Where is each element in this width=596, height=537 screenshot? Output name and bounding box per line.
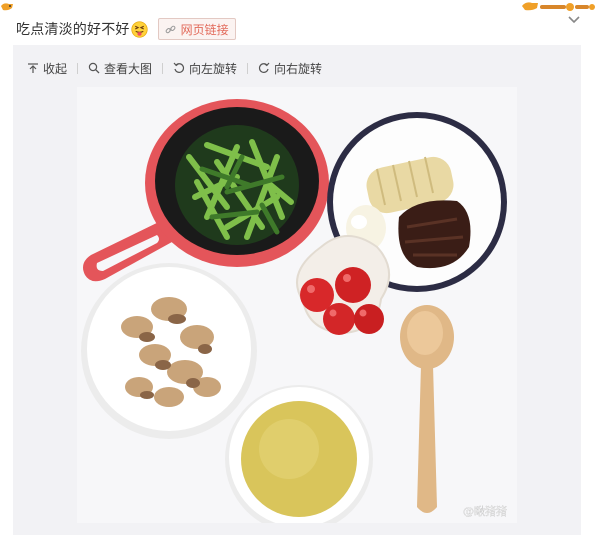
rotate-right-button[interactable]: 向右旋转 xyxy=(258,60,322,77)
photo-watermark: @瞅猪猪 xyxy=(463,505,507,518)
rotate-left-icon xyxy=(173,62,185,73)
meal-photo[interactable]: @瞅猪猪 xyxy=(77,87,517,523)
post-header: 吃点清淡的好不好 网页链接 xyxy=(16,17,236,41)
mushroom-bowl xyxy=(81,263,257,439)
collapse-up-icon xyxy=(28,63,38,73)
view-large-label: 查看大图 xyxy=(104,61,153,76)
toolbar-divider xyxy=(162,62,164,74)
rotate-left-label: 向左旋转 xyxy=(189,61,238,76)
rotate-left-button[interactable]: 向左旋转 xyxy=(173,60,237,77)
post-text: 吃点清淡的好不好 xyxy=(16,22,130,38)
view-large-button[interactable]: 查看大图 xyxy=(88,60,152,77)
dog-decoration-icon xyxy=(1,3,13,11)
collapse-button[interactable]: 收起 xyxy=(27,60,67,77)
toolbar-divider xyxy=(247,62,249,74)
web-link-label: 网页链接 xyxy=(180,22,229,37)
collapse-label: 收起 xyxy=(43,61,68,76)
rotate-right-icon xyxy=(258,62,270,73)
media-toolbar: 收起 查看大图 向左旋转 向右旋转 xyxy=(27,59,322,77)
media-viewer: 收起 查看大图 向左旋转 向右旋转 @瞅猪猪 xyxy=(13,45,581,535)
dog-decoration-icon xyxy=(522,2,595,11)
link-icon xyxy=(165,25,176,33)
chevron-down-icon[interactable] xyxy=(566,14,582,26)
search-icon xyxy=(88,62,100,74)
squinting-tongue-face-icon xyxy=(130,20,148,38)
toolbar-divider xyxy=(77,62,79,74)
rotate-right-label: 向右旋转 xyxy=(274,61,323,76)
web-link-badge[interactable]: 网页链接 xyxy=(157,18,236,40)
